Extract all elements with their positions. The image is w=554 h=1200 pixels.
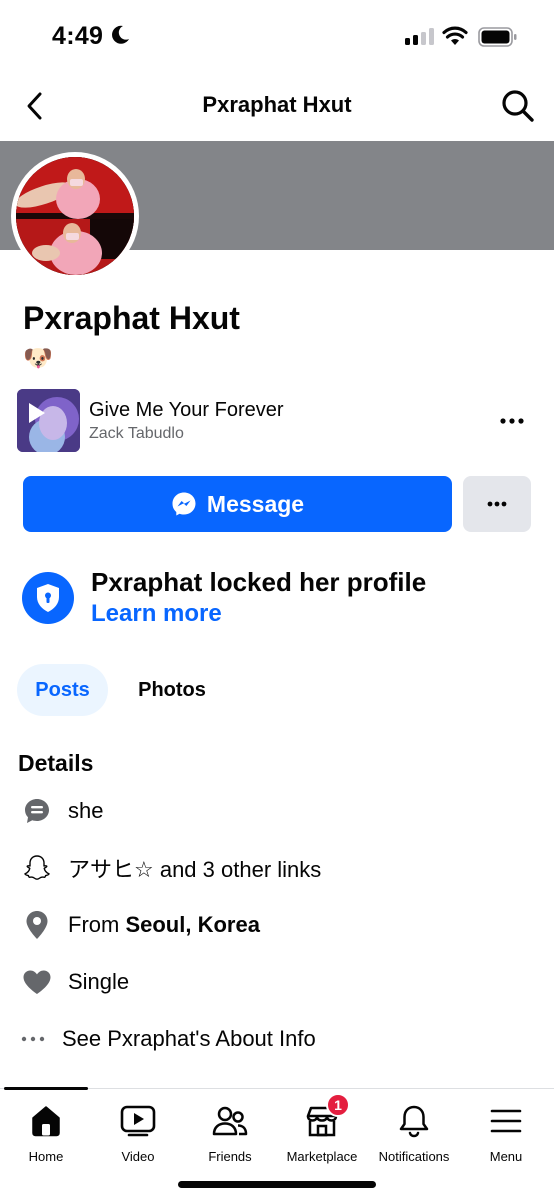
song-artist: Zack Tabudlo (89, 425, 184, 442)
location-pin-icon (22, 910, 52, 940)
album-art-image (17, 389, 80, 452)
tab-posts[interactable]: Posts (17, 664, 108, 716)
song-title: Give Me Your Forever (89, 399, 284, 421)
marketplace-badge: 1 (326, 1093, 350, 1117)
avatar-image (16, 157, 134, 275)
profile-picture[interactable] (11, 152, 139, 280)
avatar (16, 157, 134, 275)
message-button-label: Message (206, 490, 305, 517)
detail-links-text: アサヒ☆ and 3 other links (68, 857, 322, 882)
detail-hometown-prefix: From (68, 912, 120, 937)
active-tab-indicator (4, 1087, 88, 1090)
nav-marketplace[interactable]: 1 Marketplace (276, 1093, 368, 1169)
friends-icon (210, 1101, 250, 1141)
nav-friends-label: Friends (208, 1149, 252, 1164)
detail-links[interactable]: アサヒ☆ and 3 other links (22, 850, 542, 886)
about-info-text: See Pxraphat's About Info (62, 1026, 316, 1051)
nav-friends[interactable]: Friends (184, 1101, 276, 1169)
detail-hometown: From Seoul, Korea (22, 907, 542, 943)
more-dots-icon (18, 1024, 48, 1054)
nav-menu-label: Menu (489, 1149, 523, 1164)
bell-icon (394, 1101, 434, 1141)
nav-notifications-label: Notifications (378, 1149, 450, 1164)
marketplace-icon: 1 (302, 1093, 350, 1141)
profile-name: Pxraphat Hxut (23, 300, 240, 336)
profile-music[interactable]: Give Me Your Forever Zack Tabudlo (17, 389, 537, 453)
nav-video-label: Video (121, 1149, 155, 1164)
video-icon (118, 1101, 158, 1141)
detail-relationship-text: Single (68, 969, 130, 994)
nav-home-label: Home (28, 1149, 64, 1164)
profile-more-button[interactable] (463, 476, 531, 532)
shield-lock-icon (37, 584, 59, 612)
heart-icon (22, 967, 52, 997)
cellular-signal-icon (405, 28, 434, 45)
detail-pronoun: she (22, 793, 542, 829)
more-dots-icon (487, 501, 507, 507)
nav-video[interactable]: Video (92, 1101, 184, 1169)
nav-home[interactable]: Home (0, 1101, 92, 1169)
status-time: 4:49 (52, 22, 104, 50)
home-icon (26, 1101, 66, 1141)
nav-header: Pxraphat Hxut (0, 72, 554, 140)
music-more-button[interactable] (497, 407, 527, 435)
home-indicator (178, 1181, 376, 1188)
detail-hometown-place: Seoul, Korea (125, 912, 260, 937)
moon-icon (112, 25, 129, 44)
nav-menu[interactable]: Menu (460, 1101, 552, 1169)
nav-marketplace-label: Marketplace (286, 1149, 358, 1164)
messenger-icon (172, 492, 196, 516)
status-bar: 4:49 (0, 0, 554, 72)
locked-profile-title: Pxraphat locked her profile (91, 567, 427, 597)
snapchat-icon (22, 853, 52, 883)
tab-photos[interactable]: Photos (118, 664, 226, 716)
page-title: Pxraphat Hxut (202, 92, 352, 117)
message-button[interactable]: Message (23, 476, 452, 532)
detail-relationship: Single (22, 964, 542, 1000)
nav-notifications[interactable]: Notifications (368, 1101, 460, 1169)
wifi-icon (442, 26, 468, 45)
menu-icon (486, 1101, 526, 1141)
battery-icon (478, 27, 517, 47)
chat-bubble-icon (22, 796, 52, 826)
more-dots-icon (500, 418, 524, 424)
locked-profile-badge (22, 572, 74, 624)
search-button[interactable] (498, 86, 538, 126)
learn-more-link[interactable]: Learn more (91, 600, 222, 628)
detail-pronoun-text: she (68, 798, 104, 823)
about-info-link[interactable]: See Pxraphat's About Info (18, 1021, 538, 1057)
album-art[interactable] (17, 389, 80, 452)
details-heading: Details (18, 750, 94, 776)
profile-emoji: 🐶 (23, 345, 53, 372)
search-icon (502, 90, 534, 122)
